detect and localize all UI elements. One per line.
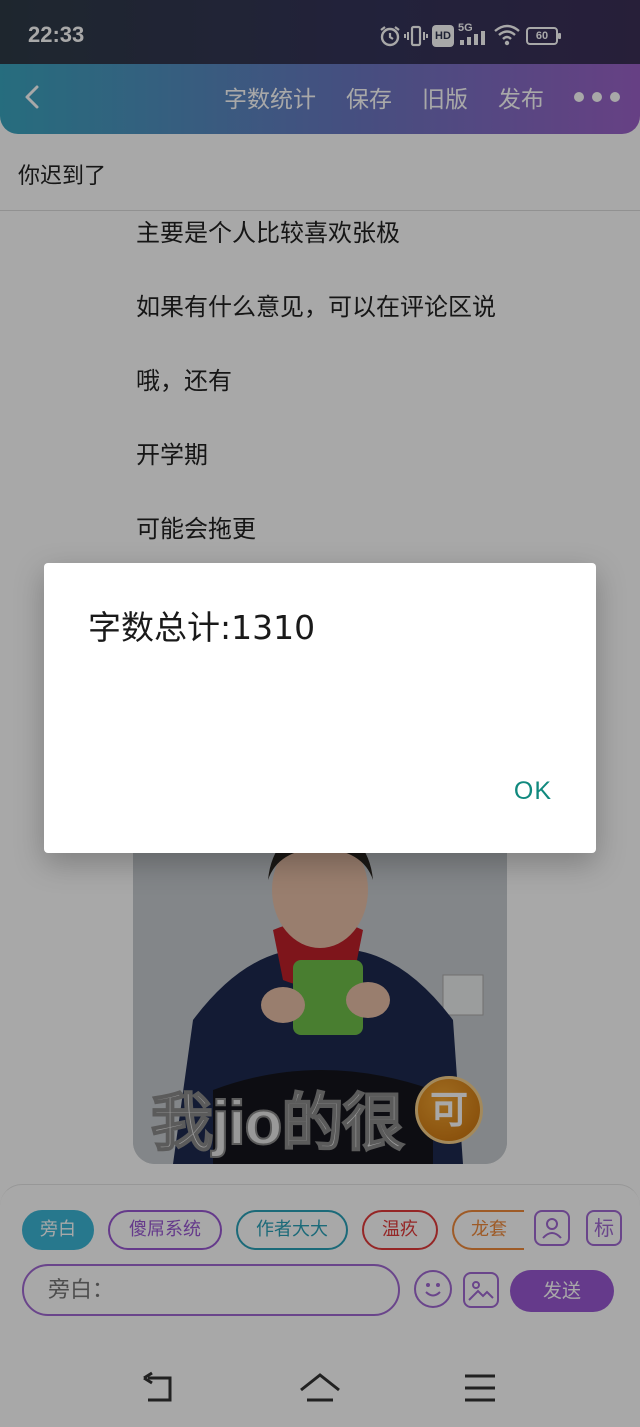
dialog-message: 字数总计:1310 <box>88 608 316 647</box>
word-count-dialog: 字数总计:1310 OK <box>44 563 596 853</box>
ok-button[interactable]: OK <box>514 777 552 806</box>
